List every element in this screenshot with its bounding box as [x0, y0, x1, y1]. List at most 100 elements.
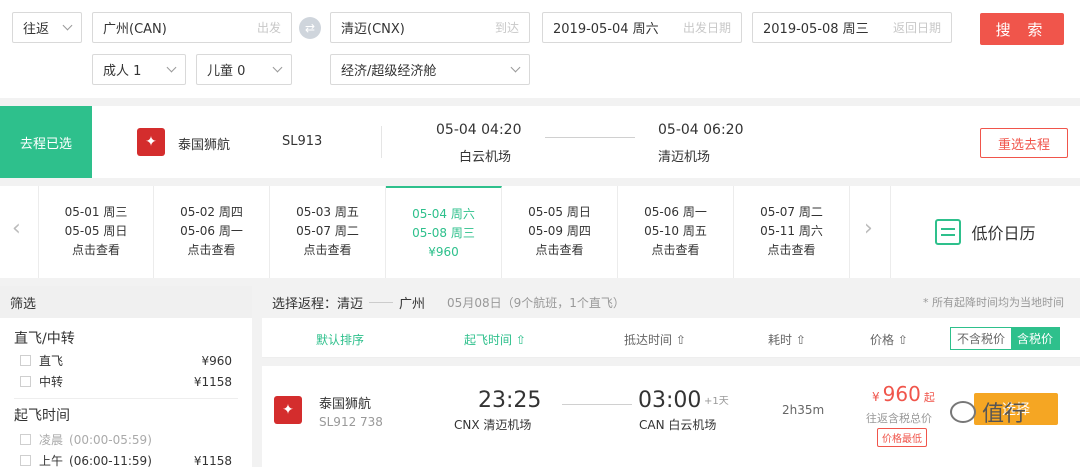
date-price: 点击查看	[187, 243, 236, 257]
sort-duration[interactable]: 耗时 ⇧	[768, 331, 806, 348]
flight-row[interactable]: ✦ 泰国狮航 SL912 738 23:25 CNX 清迈机场 03:00 +1…	[262, 366, 1080, 467]
adults-value: 成人 1	[103, 64, 142, 79]
from-city-input[interactable]: 广州(CAN) 出发	[92, 12, 292, 43]
calendar-label: 低价日历	[971, 224, 1036, 243]
filter-option-early[interactable]: 凌晨 (00:00-05:59)	[0, 429, 252, 450]
filter-option-direct[interactable]: 直飞 ¥960	[0, 350, 252, 371]
date-out: 05-07 周二	[760, 205, 823, 219]
to-city-input[interactable]: 清迈(CNX) 到达	[330, 12, 530, 43]
tax-toggle[interactable]: 不含税价 含税价	[950, 327, 1061, 350]
from-city-hint: 出发	[256, 21, 281, 35]
chevron-down-icon	[166, 62, 177, 73]
filter-group-title: 起飞时间	[14, 408, 70, 424]
return-date-hint: 返回日期	[892, 21, 941, 35]
price-suffix: 起	[923, 391, 935, 404]
date-price: 点击查看	[303, 243, 352, 257]
next-dates-chevron-right-icon[interactable]: ›	[864, 216, 873, 241]
date-out: 05-02 周四	[180, 205, 243, 219]
trip-type-select[interactable]: 往返	[12, 12, 82, 43]
return-header: 选择返程： 清迈 广州 05月08日（9个航班，1个直飞） * 所有起降时间均为…	[262, 286, 1080, 318]
return-from-city: 清迈	[337, 296, 364, 312]
date-price: 点击查看	[535, 243, 584, 257]
divider	[381, 126, 382, 158]
return-label: 选择返程：	[272, 296, 338, 312]
date-price: 点击查看	[767, 243, 816, 257]
filter-group-title: 直飞/中转	[14, 331, 75, 347]
sort-price[interactable]: 价格 ⇧	[870, 331, 908, 348]
prev-dates-chevron-left-icon[interactable]: ‹	[12, 216, 21, 241]
return-date-value: 2019-05-08 周三	[763, 22, 869, 37]
date-option[interactable]: 05-03 周五 05-07 周二 点击查看	[270, 186, 386, 278]
date-option[interactable]: 05-01 周三 05-05 周日 点击查看	[38, 186, 154, 278]
flight-duration: 2h35m	[782, 403, 825, 417]
filter-option-label: 直飞	[39, 354, 64, 368]
tax-excluded-option[interactable]: 不含税价	[951, 328, 1011, 349]
sort-bar: 默认排序 起飞时间 ⇧ 抵达时间 ⇧ 耗时 ⇧ 价格 ⇧ 不含税价 含税价	[262, 318, 1080, 358]
return-to-city: 广州	[399, 296, 426, 312]
cabin-select[interactable]: 经济/超级经济舱	[330, 54, 530, 85]
watermark: 值行	[950, 396, 1026, 428]
filter-option-label: 中转	[39, 375, 64, 389]
low-price-calendar-button[interactable]: 低价日历	[890, 186, 1080, 278]
date-price: 点击查看	[651, 243, 700, 257]
checkbox[interactable]	[20, 434, 31, 445]
filter-option-price: ¥1158	[193, 374, 232, 389]
date-option[interactable]: 05-07 周二 05-11 周六 点击查看	[734, 186, 850, 278]
calendar-icon	[935, 219, 962, 245]
depart-date-input[interactable]: 2019-05-04 周六 出发日期	[542, 12, 742, 43]
selected-flight-no: SL913	[282, 134, 323, 149]
date-out: 05-04 周六	[412, 207, 475, 221]
filter-option-transfer[interactable]: 中转 ¥1158	[0, 371, 252, 392]
watermark-text: 值行	[982, 402, 1027, 427]
sort-dep-time[interactable]: 起飞时间 ⇧	[464, 331, 526, 348]
route-line	[369, 301, 394, 303]
checkbox[interactable]	[20, 455, 31, 466]
date-out: 05-03 周五	[296, 205, 359, 219]
chevron-down-icon	[510, 62, 521, 73]
filter-option-label: 凌晨	[39, 433, 64, 447]
selected-arr-time: 05-04 06:20	[658, 122, 744, 138]
divider	[14, 398, 238, 399]
chevron-down-icon	[62, 20, 73, 31]
reselect-outbound-button[interactable]: 重选去程	[980, 128, 1068, 158]
filter-option-price: ¥1158	[193, 453, 232, 467]
return-results: 选择返程： 清迈 广州 05月08日（9个航班，1个直飞） * 所有起降时间均为…	[262, 286, 1080, 467]
date-option[interactable]: 05-02 周四 05-06 周一 点击查看	[154, 186, 270, 278]
filter-title: 筛选	[0, 286, 252, 318]
filter-option-price: ¥960	[201, 353, 232, 368]
cabin-value: 经济/超级经济舱	[341, 64, 437, 79]
chevron-down-icon	[272, 62, 283, 73]
from-city-value: 广州(CAN)	[103, 22, 167, 37]
selected-dep-airport: 白云机场	[459, 150, 512, 165]
outbound-selected-tag: 去程已选	[0, 106, 92, 178]
return-date-input[interactable]: 2019-05-08 周三 返回日期	[752, 12, 952, 43]
flight-arr-next-day: +1天	[704, 396, 729, 407]
filter-option-range: (00:00-05:59)	[69, 432, 152, 447]
flight-dep-time: 23:25	[478, 388, 542, 413]
search-panel: 往返 广州(CAN) 出发 ⇄ 清迈(CNX) 到达 2019-05-04 周六…	[0, 0, 1080, 98]
sort-arr-time[interactable]: 抵达时间 ⇧	[624, 331, 686, 348]
filter-option-morning[interactable]: 上午 (06:00-11:59) ¥1158	[0, 450, 252, 467]
search-button[interactable]: 搜 索	[980, 13, 1064, 45]
adults-select[interactable]: 成人 1	[92, 54, 186, 85]
flight-arrow-line	[545, 137, 635, 138]
date-option[interactable]: 05-06 周一 05-10 周五 点击查看	[618, 186, 734, 278]
sort-default[interactable]: 默认排序	[316, 331, 364, 348]
date-ret: 05-11 周六	[760, 224, 823, 238]
to-city-hint: 到达	[494, 21, 519, 35]
wechat-icon	[950, 401, 976, 423]
selected-dep-time: 05-04 04:20	[436, 122, 522, 138]
depart-date-value: 2019-05-04 周六	[553, 22, 659, 37]
price-note: 往返含税总价	[866, 412, 932, 425]
checkbox[interactable]	[20, 355, 31, 366]
to-city-value: 清迈(CNX)	[341, 22, 405, 37]
date-option[interactable]: 05-05 周日 05-09 周四 点击查看	[502, 186, 618, 278]
date-option-selected[interactable]: 05-04 周六 05-08 周三 ¥960	[386, 186, 502, 278]
date-ret: 05-07 周二	[296, 224, 359, 238]
tax-included-option[interactable]: 含税价	[1011, 328, 1060, 349]
children-value: 儿童 0	[207, 64, 246, 79]
children-select[interactable]: 儿童 0	[196, 54, 292, 85]
price-value: 960	[882, 382, 921, 406]
checkbox[interactable]	[20, 376, 31, 387]
swap-cities-icon[interactable]: ⇄	[299, 17, 321, 39]
